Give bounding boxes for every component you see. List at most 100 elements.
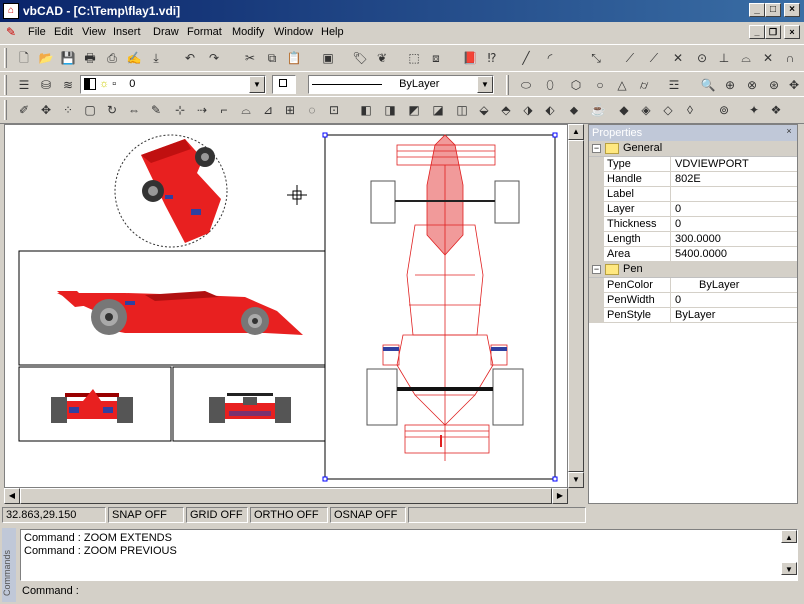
menu-edit[interactable]: Edit: [54, 26, 73, 38]
toolbar-grip[interactable]: [4, 75, 7, 95]
chevron-down-icon[interactable]: ▼: [477, 76, 493, 93]
undo-icon[interactable]: ↶: [180, 48, 200, 68]
close-icon[interactable]: ×: [783, 126, 795, 138]
horizontal-scroll-thumb[interactable]: [20, 488, 552, 504]
publish-icon[interactable]: ⤓: [146, 48, 166, 68]
property-row[interactable]: PenColor ByLayer: [589, 278, 797, 293]
book-icon[interactable]: 📕: [460, 48, 480, 68]
cut-icon[interactable]: ✂: [240, 48, 260, 68]
zoom-in-icon[interactable]: ⊕: [720, 75, 740, 95]
view-back-icon[interactable]: ⬙: [474, 100, 494, 120]
light-icon[interactable]: ✦: [744, 100, 764, 120]
stretch-icon[interactable]: ✎: [146, 100, 166, 120]
osnap-toggle[interactable]: OSNAP OFF: [330, 507, 406, 523]
menu-insert[interactable]: Insert: [113, 26, 141, 38]
layer-manager-icon[interactable]: ☰: [14, 75, 34, 95]
property-row[interactable]: Thickness 0: [589, 217, 797, 232]
pan-icon[interactable]: ✥: [784, 75, 804, 95]
redo-icon[interactable]: ↷: [204, 48, 224, 68]
array-icon[interactable]: ⊞: [280, 100, 300, 120]
orbit-icon[interactable]: ⊚: [714, 100, 734, 120]
teapot-icon[interactable]: ☕: [588, 100, 608, 120]
render-gouraud-icon[interactable]: ◈: [636, 100, 656, 120]
erase-icon[interactable]: ✐: [14, 100, 34, 120]
app-icon[interactable]: ⌂: [3, 3, 19, 19]
view-iso-ne-icon[interactable]: ⬖: [540, 100, 560, 120]
zoom-window-icon[interactable]: ⊗: [742, 75, 762, 95]
toolbar-grip[interactable]: [4, 100, 7, 120]
viewport-front-view[interactable]: [172, 366, 326, 442]
menu-view[interactable]: View: [82, 26, 106, 38]
property-row[interactable]: PenWidth 0: [589, 293, 797, 308]
explode-icon[interactable]: ⊡: [324, 100, 344, 120]
zoom-icon[interactable]: 🔍: [698, 75, 718, 95]
minimize-button[interactable]: _: [749, 3, 765, 17]
menu-format[interactable]: Format: [187, 26, 222, 38]
menu-window[interactable]: Window: [274, 26, 313, 38]
match-props-icon[interactable]: ▣: [318, 48, 338, 68]
rotate-icon[interactable]: ↻: [102, 100, 122, 120]
fillet-icon[interactable]: ⌐: [214, 100, 234, 120]
box-icon[interactable]: ⬡: [566, 75, 586, 95]
viewport-rear-view[interactable]: [18, 366, 172, 442]
viewport-top-view[interactable]: [322, 132, 558, 482]
block-icon[interactable]: ⬚: [404, 48, 424, 68]
help-pointer-icon[interactable]: ⁉: [482, 48, 502, 68]
shade-icon[interactable]: ☲: [664, 75, 684, 95]
command-input[interactable]: Command :: [20, 583, 798, 600]
view-left-icon[interactable]: ◩: [404, 100, 424, 120]
chevron-down-icon[interactable]: ▼: [249, 76, 265, 93]
horizontal-scrollbar[interactable]: ◀ ▶: [4, 488, 568, 504]
snap-tangent-icon[interactable]: ⌓: [736, 48, 756, 68]
trim-icon[interactable]: ⊹: [170, 100, 190, 120]
select-box-icon[interactable]: ▢: [80, 100, 100, 120]
magnet-icon[interactable]: ∩: [780, 48, 800, 68]
doc-minimize-button[interactable]: _: [749, 25, 765, 39]
arc-icon[interactable]: ◜: [540, 48, 560, 68]
render-wire-icon[interactable]: ◊: [680, 100, 700, 120]
close-button[interactable]: ×: [784, 3, 800, 17]
extend-icon[interactable]: ⇢: [192, 100, 212, 120]
toolbar-grip[interactable]: [506, 75, 509, 95]
chamfer-icon[interactable]: ⊿: [258, 100, 278, 120]
property-row[interactable]: Area 5400.0000: [589, 247, 797, 262]
line-icon[interactable]: ╱: [516, 48, 536, 68]
linetype-combo[interactable]: ByLayer ▼: [308, 75, 494, 94]
cylinder-icon[interactable]: ⌭: [634, 75, 654, 95]
view-iso-se-icon[interactable]: ⬗: [518, 100, 538, 120]
layer-combo[interactable]: ☼ ▫ 0 ▼: [80, 75, 266, 94]
scroll-left-button[interactable]: ◀: [4, 488, 20, 504]
viewport-detail-circle[interactable]: [114, 134, 228, 248]
category-general[interactable]: − General: [589, 141, 797, 157]
grip-handle[interactable]: [552, 476, 558, 482]
plane-alt-icon[interactable]: ⬯: [540, 75, 560, 95]
view-bottom-icon[interactable]: ◨: [380, 100, 400, 120]
mirror-icon[interactable]: ⇔: [124, 100, 144, 120]
menu-help[interactable]: Help: [321, 26, 344, 38]
property-row[interactable]: Length 300.0000: [589, 232, 797, 247]
menu-file[interactable]: File: [28, 26, 46, 38]
snap-endpoint-icon[interactable]: ⟋: [620, 48, 640, 68]
copy-icon[interactable]: ⧉: [262, 48, 282, 68]
toolbar-grip[interactable]: [4, 48, 7, 68]
ortho-toggle[interactable]: ORTHO OFF: [250, 507, 328, 523]
xref-icon[interactable]: ⧈: [426, 48, 446, 68]
grips-icon[interactable]: ⁘: [58, 100, 78, 120]
paste-icon[interactable]: 📋: [284, 48, 304, 68]
document-icon[interactable]: ✎: [3, 24, 19, 40]
property-row[interactable]: PenStyle ByLayer: [589, 308, 797, 323]
view-iso-sw-icon[interactable]: ⬘: [496, 100, 516, 120]
snap-center-icon[interactable]: ⊙: [692, 48, 712, 68]
zoom-extents-icon[interactable]: ⊛: [764, 75, 784, 95]
render-flat-icon[interactable]: ◆: [614, 100, 634, 120]
move-icon[interactable]: ✥: [36, 100, 56, 120]
view-iso-nw-icon[interactable]: ⬥: [564, 100, 584, 120]
color-combo[interactable]: [272, 75, 296, 94]
open-icon[interactable]: 📂: [36, 48, 56, 68]
layer-state-icon[interactable]: ⛁: [36, 75, 56, 95]
grip-handle[interactable]: [552, 132, 558, 138]
break-icon[interactable]: ⌓: [236, 100, 256, 120]
property-row[interactable]: Label: [589, 187, 797, 202]
property-row[interactable]: Handle 802E: [589, 172, 797, 187]
scroll-up-button[interactable]: ▲: [781, 530, 797, 543]
